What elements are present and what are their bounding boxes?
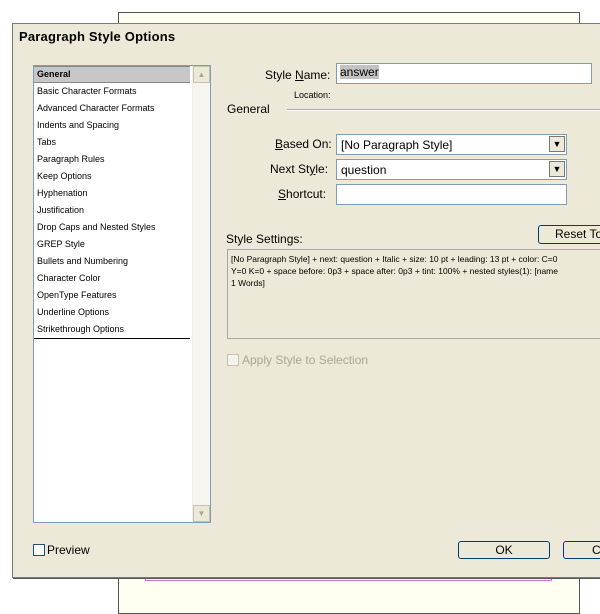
category-item-indents-and-spacing[interactable]: Indents and Spacing: [34, 117, 190, 134]
category-list[interactable]: General Basic Character Formats Advanced C…: [33, 65, 211, 523]
apply-style-checkbox[interactable]: [227, 354, 239, 366]
category-item-drop-caps-and-nested-styles[interactable]: Drop Caps and Nested Styles: [34, 219, 190, 236]
dialog-title: Paragraph Style Options: [19, 29, 176, 44]
category-item-advanced-character-formats[interactable]: Advanced Character Formats: [34, 100, 190, 117]
based-on-label: Based On:: [275, 137, 332, 151]
shortcut-label: Shortcut:: [278, 187, 327, 201]
section-title: General: [227, 102, 270, 116]
category-item-basic-character-formats[interactable]: Basic Character Formats: [34, 83, 190, 100]
style-settings-text: [No Paragraph Style] + next: question + …: [227, 249, 600, 339]
location-label: Location:: [294, 90, 331, 100]
preview-checkbox[interactable]: [33, 544, 45, 556]
shortcut-input[interactable]: [336, 184, 567, 205]
category-item-opentype-features[interactable]: OpenType Features: [34, 287, 190, 304]
style-name-label: Style Name:: [265, 68, 331, 82]
reset-to-base-button[interactable]: Reset To: [538, 225, 600, 244]
scroll-up-icon[interactable]: ▲: [193, 66, 210, 83]
apply-style-label: Apply Style to Selection: [242, 353, 369, 367]
category-item-character-color[interactable]: Character Color: [34, 270, 190, 287]
next-style-select[interactable]: question ▼: [336, 159, 567, 180]
category-item-tabs[interactable]: Tabs: [34, 134, 190, 151]
paragraph-style-options-dialog: Paragraph Style Options General Basic Cha…: [12, 23, 600, 578]
chevron-down-icon[interactable]: ▼: [549, 136, 565, 152]
cancel-button[interactable]: Ca: [563, 541, 600, 559]
chevron-down-icon[interactable]: ▼: [549, 161, 565, 177]
next-style-label: Next Style:: [270, 162, 329, 176]
category-item-grep-style[interactable]: GREP Style: [34, 236, 190, 253]
category-scrollbar[interactable]: ▲ ▼: [192, 66, 210, 522]
section-divider: [287, 109, 600, 111]
category-item-bullets-and-numbering[interactable]: Bullets and Numbering: [34, 253, 190, 270]
category-item-hyphenation[interactable]: Hyphenation: [34, 185, 190, 202]
category-item-paragraph-rules[interactable]: Paragraph Rules: [34, 151, 190, 168]
preview-label: Preview: [47, 543, 90, 557]
category-item-justification[interactable]: Justification: [34, 202, 190, 219]
category-item-strikethrough-options[interactable]: Strikethrough Options: [34, 321, 190, 338]
based-on-select[interactable]: [No Paragraph Style] ▼: [336, 134, 567, 155]
dialog-titlebar[interactable]: Paragraph Style Options: [13, 24, 600, 50]
category-items: General Basic Character Formats Advanced C…: [34, 66, 190, 339]
style-settings-label: Style Settings:: [226, 232, 303, 246]
category-item-keep-options[interactable]: Keep Options: [34, 168, 190, 185]
style-name-input[interactable]: answer: [336, 63, 592, 84]
category-item-general[interactable]: General: [34, 66, 190, 83]
scroll-down-icon[interactable]: ▼: [193, 505, 210, 522]
ok-button[interactable]: OK: [458, 541, 550, 559]
category-item-underline-options[interactable]: Underline Options: [34, 304, 190, 321]
